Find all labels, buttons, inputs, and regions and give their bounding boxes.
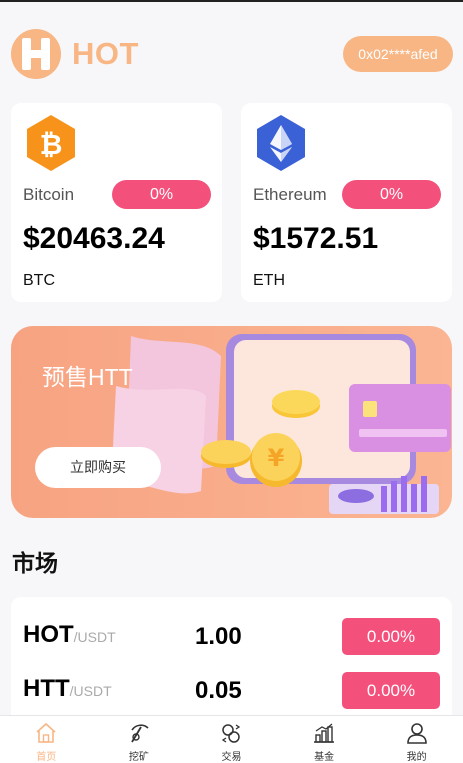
banner-illustration: ¥ [111,334,451,514]
brand-name: HOT [72,36,139,71]
pair-base: HTT [23,675,70,702]
chart-icon [314,723,335,743]
coin-name: Ethereum [253,185,327,204]
pair-price: 1.00 [195,623,242,650]
market-list: HOT/USDT 1.00 0.00% HTT/USDT 0.05 0.00% [11,597,452,727]
bitcoin-icon: ₿ [27,115,75,171]
pair-price: 0.05 [195,677,242,704]
user-icon [406,723,427,744]
coin-symbol: ETH [253,272,285,289]
tab-label: 交易 [221,752,242,763]
top-border [0,0,463,2]
banner-title: 预售HTT [42,364,133,390]
tab-mining[interactable]: 挖矿 [93,716,186,763]
tab-home[interactable]: 首页 [0,716,93,763]
pair-name: HOT/USDT [23,621,116,649]
tab-profile[interactable]: 我的 [370,716,463,763]
market-row-hot[interactable]: HOT/USDT 1.00 0.00% [11,617,452,657]
tab-trade[interactable]: 交易 [185,716,278,763]
coin-name: Bitcoin [23,185,75,204]
ethereum-icon [257,115,305,171]
change-badge: 0.00% [342,672,440,709]
bottom-tab-bar: 首页 挖矿 交易 基金 我的 [0,715,463,763]
coin-card-ethereum[interactable]: Ethereum 0% $1572.51 ETH [241,103,452,302]
buy-now-button[interactable]: 立即购买 [35,447,161,488]
change-badge: 0% [112,180,211,209]
home-icon [36,722,56,743]
svg-text:₿: ₿ [40,128,63,161]
presale-banner[interactable]: ¥ 预售HTT 立即购买 [11,326,452,518]
change-badge: 0.00% [342,618,440,655]
tab-fund[interactable]: 基金 [278,716,371,763]
change-badge: 0% [342,180,441,209]
pair-quote: /USDT [69,683,112,699]
pair-base: HOT [23,621,74,648]
pair-quote: /USDT [73,629,116,645]
logo-icon [11,29,61,79]
tab-label: 首页 [36,752,57,763]
svg-text:¥: ¥ [268,444,285,472]
tab-label: 挖矿 [128,752,149,763]
tab-label: 我的 [406,752,427,763]
pair-name: HTT/USDT [23,675,112,703]
coin-card-bitcoin[interactable]: ₿ Bitcoin 0% $20463.24 BTC [11,103,222,302]
tab-label: 基金 [314,752,335,763]
market-row-htt[interactable]: HTT/USDT 0.05 0.00% [11,671,452,711]
exchange-icon [222,724,241,743]
coin-price: $1572.51 [253,222,379,255]
coin-price: $20463.24 [23,222,165,255]
coin-symbol: BTC [23,272,55,289]
wallet-address-button[interactable]: 0x02****afed [343,36,453,72]
pickaxe-icon [131,724,149,743]
market-title: 市场 [12,550,58,576]
